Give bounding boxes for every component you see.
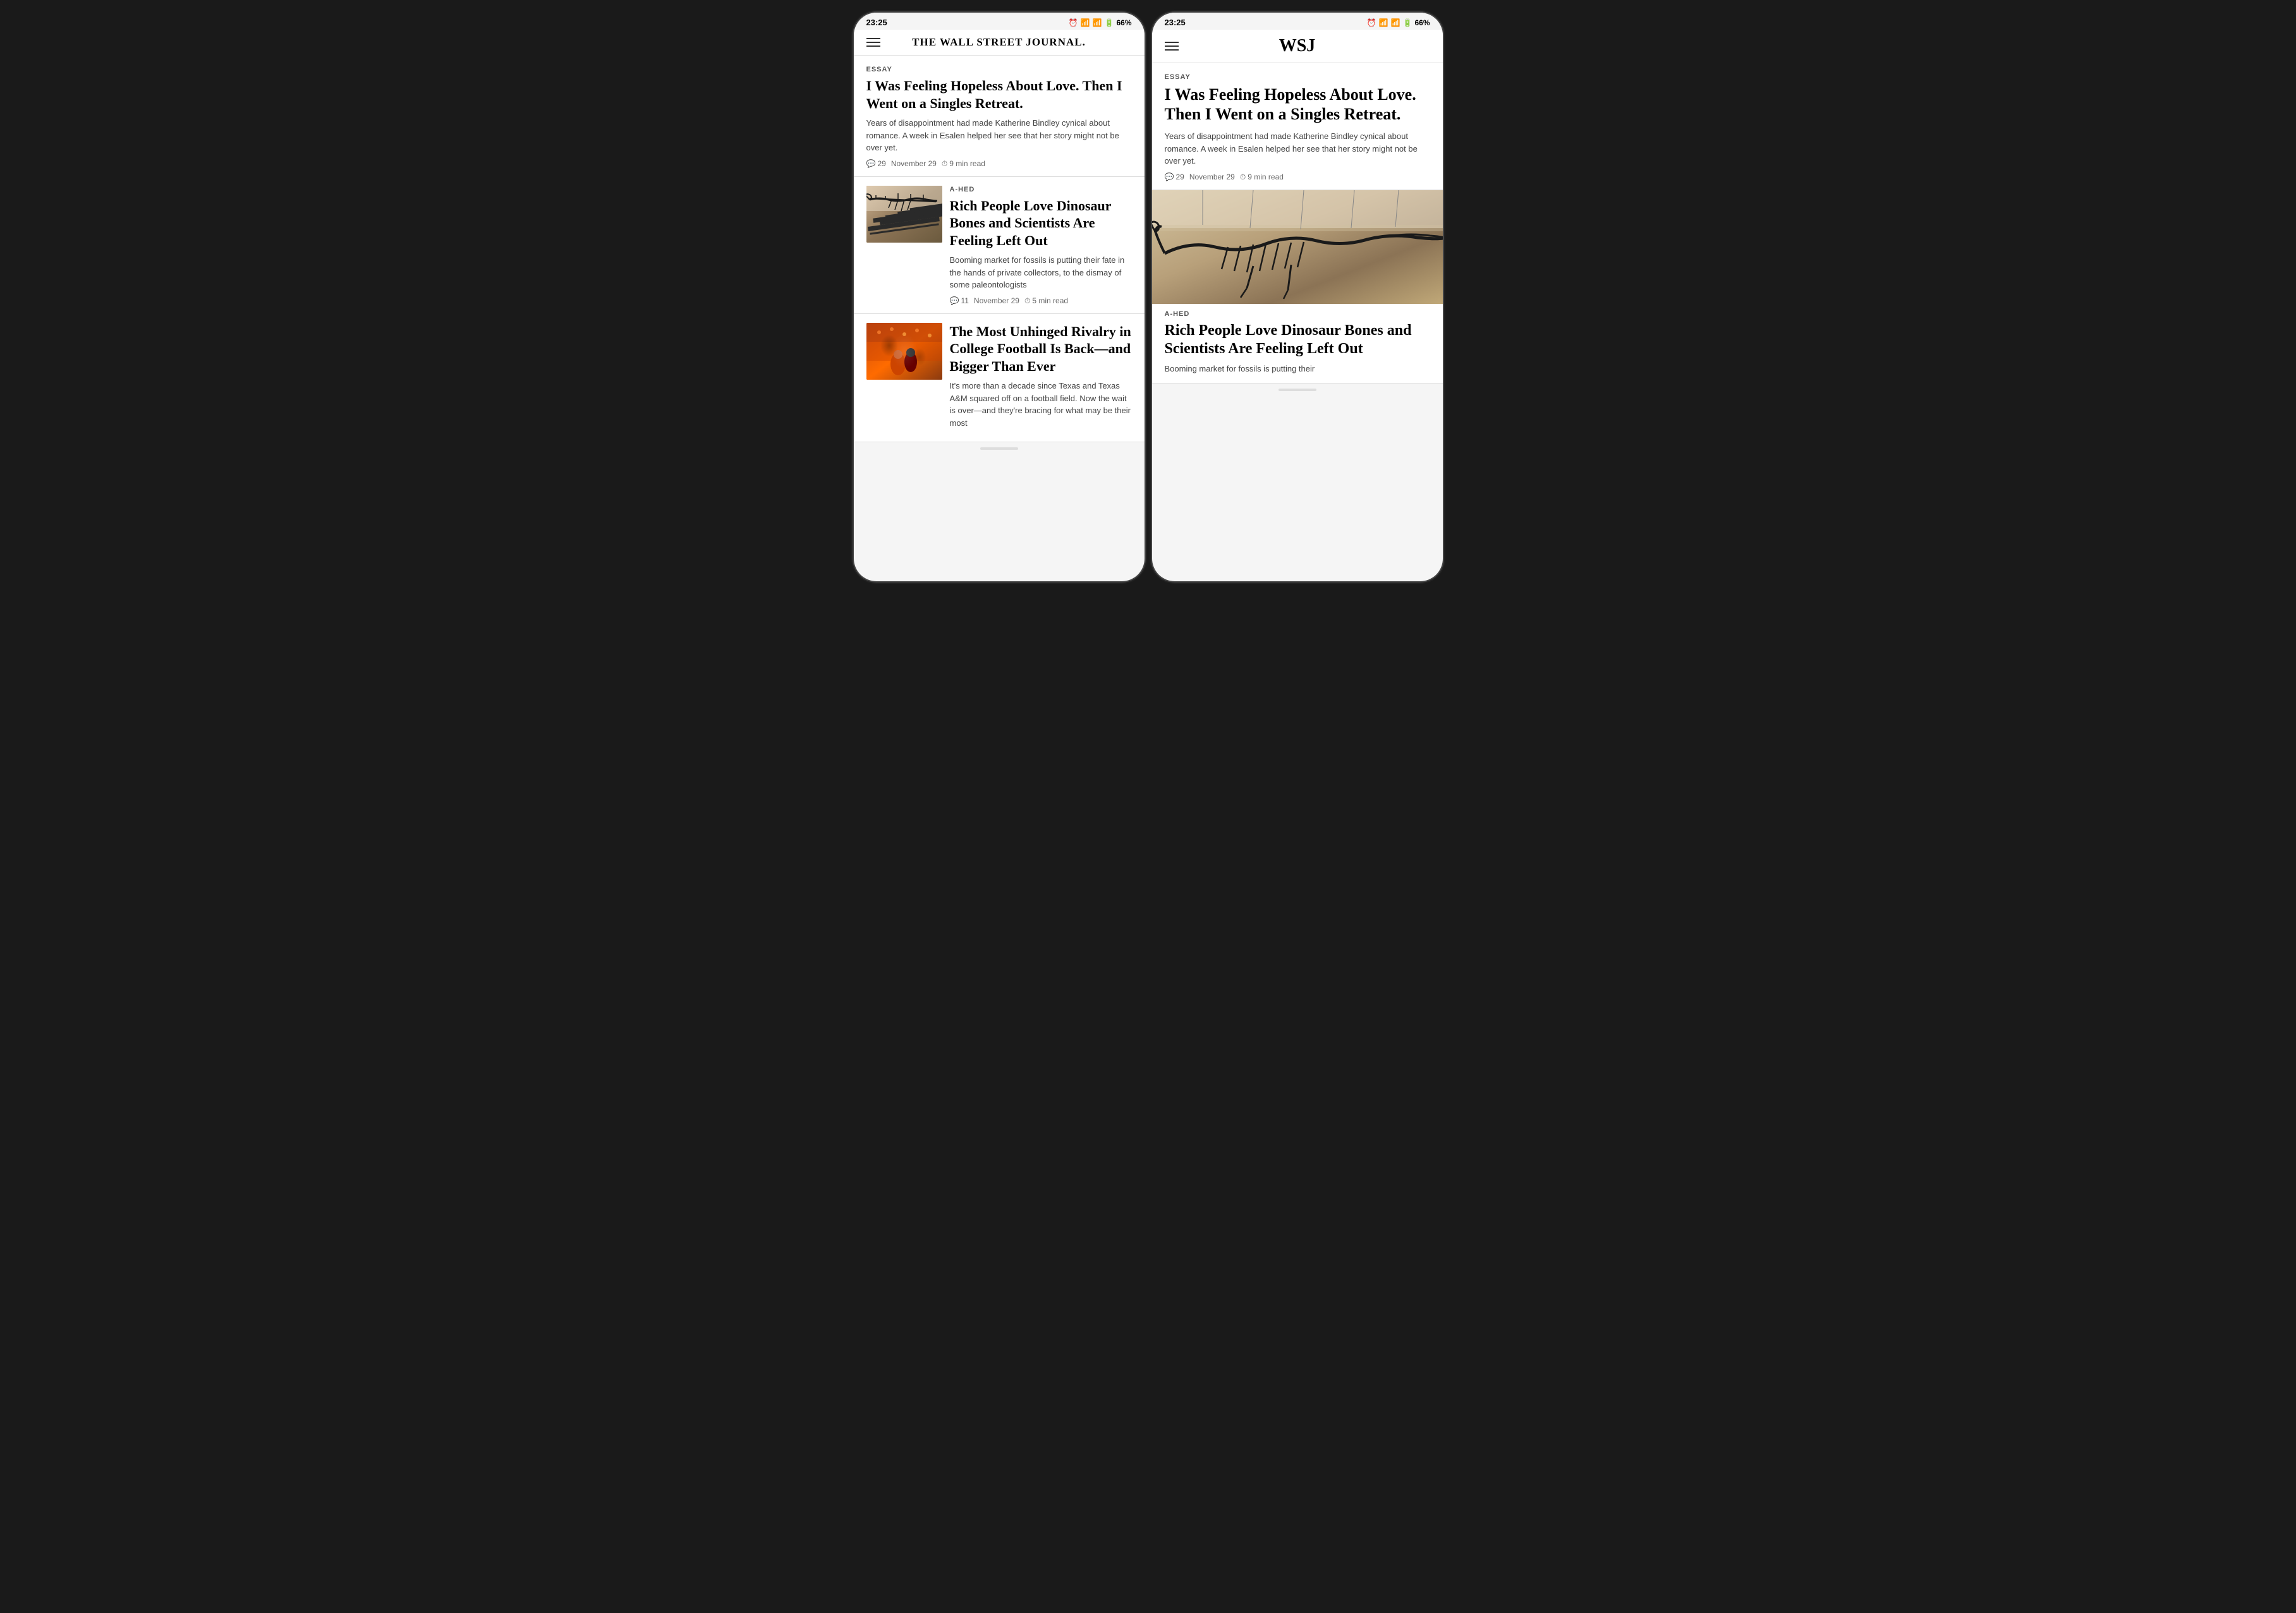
football-thumbnail-left: [866, 323, 942, 380]
article-dino-left[interactable]: A-HED Rich People Love Dinosaur Bones an…: [854, 177, 1145, 314]
status-icons-left: ⏰ 📶 📶 🔋 66%: [1069, 18, 1132, 27]
time-meta-dino-left: ⏱ 5 min read: [1024, 296, 1068, 306]
right-phone: 23:25 ⏰ 📶 📶 🔋 66% WSJ ESSAY I Was Feelin…: [1152, 13, 1443, 581]
wifi-icon-right: 📶: [1379, 18, 1388, 27]
dino-image-left: [866, 186, 942, 243]
comment-icon-dino-left: 💬: [950, 296, 959, 305]
dino-text-left: A-HED Rich People Love Dinosaur Bones an…: [950, 186, 1132, 306]
time-meta-essay-right: ⏱ 9 min read: [1240, 172, 1284, 182]
category-dino-right: A-HED: [1165, 310, 1430, 318]
title-essay-right: I Was Feeling Hopeless About Love. Then …: [1165, 85, 1430, 124]
date-dino-left: November 29: [974, 296, 1019, 305]
comment-icon-essay-right: 💬: [1165, 172, 1174, 181]
football-svg-left: [866, 323, 942, 380]
title-football-left: The Most Unhinged Rivalry in College Foo…: [950, 323, 1132, 375]
alarm-icon-right: ⏰: [1367, 18, 1376, 27]
comment-count-dino-left: 11: [961, 296, 968, 305]
status-bar-left: 23:25 ⏰ 📶 📶 🔋 66%: [854, 13, 1145, 30]
meta-essay-right: 💬 29 November 29 ⏱ 9 min read: [1165, 172, 1430, 182]
readtime-essay-right: 9 min read: [1248, 172, 1284, 181]
dino-svg-left: [866, 186, 942, 243]
content-left: ESSAY I Was Feeling Hopeless About Love.…: [854, 56, 1145, 442]
signal-icon-right: 📶: [1391, 18, 1400, 27]
clock-icon-dino-left: ⏱: [1024, 296, 1030, 306]
dino-full-image-right: [1152, 190, 1443, 304]
football-image-left: [866, 323, 942, 380]
article-essay-right[interactable]: ESSAY I Was Feeling Hopeless About Love.…: [1152, 63, 1443, 190]
header-left: THE WALL STREET JOURNAL.: [854, 30, 1145, 56]
wifi-icon: 📶: [1081, 18, 1090, 27]
alarm-icon: ⏰: [1069, 18, 1078, 27]
content-right: ESSAY I Was Feeling Hopeless About Love.…: [1152, 63, 1443, 384]
scroll-indicator-left: [980, 447, 1018, 450]
meta-dino-left: 💬 11 November 29 ⏱ 5 min read: [950, 296, 1132, 306]
comment-icon-essay-left: 💬: [866, 159, 876, 168]
wsj-logo-short: WSJ: [1279, 36, 1316, 56]
dino-full-svg-right: [1152, 190, 1443, 304]
date-essay-left: November 29: [891, 159, 937, 168]
article-dino-right[interactable]: A-HED Rich People Love Dinosaur Bones an…: [1152, 190, 1443, 384]
dino-text-right: A-HED Rich People Love Dinosaur Bones an…: [1152, 304, 1443, 384]
date-essay-right: November 29: [1189, 172, 1235, 181]
title-dino-right: Rich People Love Dinosaur Bones and Scie…: [1165, 322, 1430, 358]
left-phone: 23:25 ⏰ 📶 📶 🔋 66% THE WALL STREET JOURNA…: [854, 13, 1145, 581]
comment-count-essay-left: 29: [877, 159, 885, 168]
category-essay-left: ESSAY: [866, 66, 1132, 73]
category-essay-right: ESSAY: [1165, 73, 1430, 81]
readtime-dino-left: 5 min read: [1032, 296, 1068, 305]
status-bar-right: 23:25 ⏰ 📶 📶 🔋 66%: [1152, 13, 1443, 30]
time-meta-essay-left: ⏱ 9 min read: [942, 159, 985, 169]
title-essay-left: I Was Feeling Hopeless About Love. Then …: [866, 77, 1132, 112]
battery-pct-right: 66%: [1414, 18, 1430, 27]
summary-football-left: It's more than a decade since Texas and …: [950, 380, 1132, 429]
header-right: WSJ: [1152, 30, 1443, 63]
football-text-left: The Most Unhinged Rivalry in College Foo…: [950, 323, 1132, 435]
meta-essay-left: 💬 29 November 29 ⏱ 9 min read: [866, 159, 1132, 169]
readtime-essay-left: 9 min read: [949, 159, 985, 168]
comment-meta-essay-right: 💬 29: [1165, 172, 1184, 181]
signal-icon: 📶: [1093, 18, 1102, 27]
status-icons-right: ⏰ 📶 📶 🔋 66%: [1367, 18, 1430, 27]
summary-essay-left: Years of disappointment had made Katheri…: [866, 117, 1132, 154]
clock-icon-essay-left: ⏱: [942, 159, 947, 169]
time-right: 23:25: [1165, 18, 1186, 27]
clock-icon-essay-right: ⏱: [1240, 172, 1246, 182]
comment-meta-essay-left: 💬 29: [866, 159, 886, 168]
scroll-indicator-right: [1279, 389, 1316, 391]
summary-dino-left: Booming market for fossils is putting th…: [950, 254, 1132, 291]
wsj-logo-full: THE WALL STREET JOURNAL.: [912, 36, 1086, 49]
category-dino-left: A-HED: [950, 186, 1132, 193]
summary-dino-right: Booming market for fossils is putting th…: [1165, 363, 1430, 375]
battery-icon: 🔋: [1105, 18, 1114, 27]
title-dino-left: Rich People Love Dinosaur Bones and Scie…: [950, 197, 1132, 250]
battery-pct-left: 66%: [1116, 18, 1131, 27]
article-football-left[interactable]: The Most Unhinged Rivalry in College Foo…: [854, 314, 1145, 443]
menu-button-right[interactable]: [1165, 42, 1179, 51]
summary-essay-right: Years of disappointment had made Katheri…: [1165, 130, 1430, 167]
comment-meta-dino-left: 💬 11: [950, 296, 969, 305]
time-left: 23:25: [866, 18, 887, 27]
battery-icon-right: 🔋: [1403, 18, 1412, 27]
dino-thumbnail-left: [866, 186, 942, 243]
article-essay-left[interactable]: ESSAY I Was Feeling Hopeless About Love.…: [854, 56, 1145, 177]
comment-count-essay-right: 29: [1175, 172, 1184, 181]
menu-button-left[interactable]: [866, 38, 880, 47]
